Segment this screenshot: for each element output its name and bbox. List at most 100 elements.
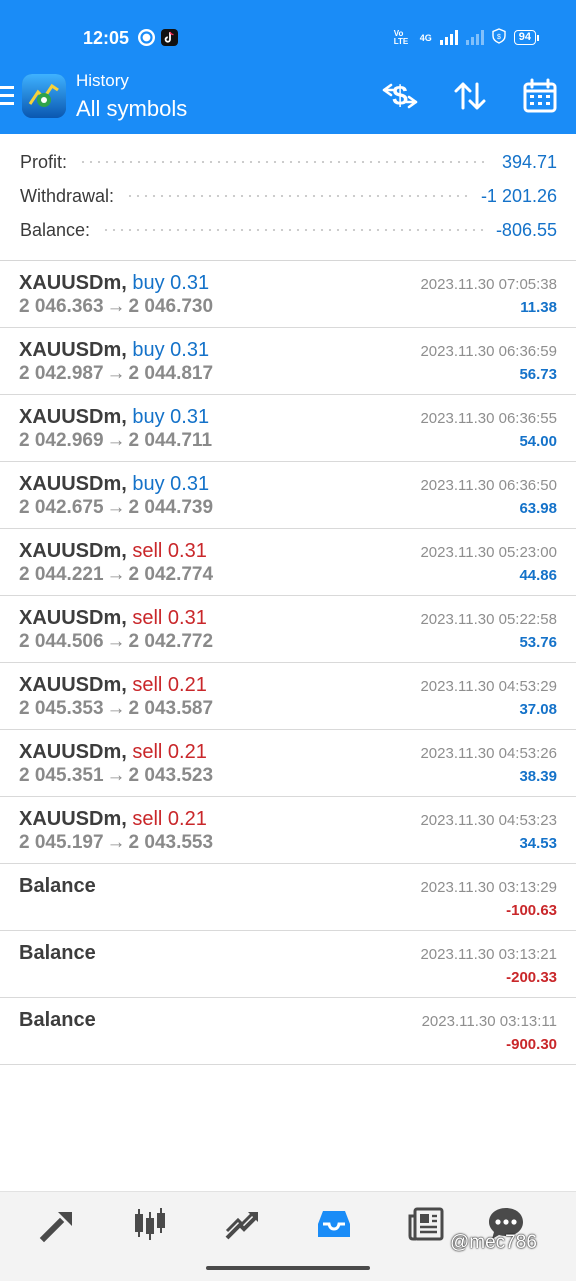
signal-strength-icon: [439, 30, 458, 45]
deal-open-price: 2 044.221: [19, 564, 104, 585]
deal-time: 2023.11.30 05:22:58: [420, 611, 557, 628]
withdrawal-value: -1 201.26: [480, 185, 557, 206]
deal-arrow: →: [106, 765, 126, 786]
signal-strength-2-icon: [465, 30, 484, 45]
deal-symbol: XAUUSDm,: [19, 607, 127, 629]
deal-row[interactable]: XAUUSDm, sell 0.31 2 044.506 → 2 042.772 2…: [0, 596, 576, 663]
deal-row[interactable]: XAUUSDm, sell 0.21 2 045.197 → 2 043.553 2…: [0, 797, 576, 864]
sort-icon[interactable]: [450, 76, 490, 116]
deal-profit: 38.39: [519, 768, 557, 785]
deal-time: 2023.11.30 07:05:38: [420, 276, 557, 293]
deal-close-price: 2 043.587: [128, 698, 214, 719]
deal-symbol: XAUUSDm,: [19, 808, 127, 830]
deal-symbol: XAUUSDm,: [19, 339, 127, 361]
chart-icon[interactable]: [130, 1204, 170, 1244]
deal-type: buy 0.31: [132, 339, 210, 361]
deal-open-price: 2 044.506: [19, 631, 104, 652]
page-title[interactable]: All symbols: [76, 96, 187, 122]
deal-time: 2023.11.30 05:23:00: [420, 544, 557, 561]
deal-profit: 11.38: [520, 299, 557, 316]
deal-row[interactable]: XAUUSDm, buy 0.31 2 042.987 → 2 044.817 20…: [0, 328, 576, 395]
deal-symbol: XAUUSDm,: [19, 741, 127, 763]
withdrawal-label: Withdrawal:: [20, 185, 115, 206]
deal-close-price: 2 044.711: [128, 430, 213, 451]
deal-type: sell 0.31: [132, 540, 207, 562]
hamburger-menu-icon[interactable]: [0, 86, 14, 108]
deal-arrow: →: [106, 363, 126, 384]
tiktok-icon: [161, 29, 178, 46]
deal-profit: 37.08: [519, 701, 557, 718]
home-indicator[interactable]: [206, 1266, 370, 1270]
balance-label: Balance:: [20, 219, 91, 240]
deal-row[interactable]: XAUUSDm, sell 0.31 2 044.221 → 2 042.774 2…: [0, 529, 576, 596]
dotted-leader: [102, 229, 484, 231]
balance-operation-row[interactable]: Balance 2023.11.30 03:13:11 -900.30: [0, 998, 576, 1065]
deal-close-price: 2 042.774: [128, 564, 214, 585]
deal-row[interactable]: XAUUSDm, buy 0.31 2 046.363 → 2 046.730 20…: [0, 261, 576, 328]
deal-open-price: 2 042.675: [19, 497, 104, 518]
balance-operation-row[interactable]: Balance 2023.11.30 03:13:29 -100.63: [0, 864, 576, 931]
deal-close-price: 2 042.772: [128, 631, 214, 652]
deal-arrow: →: [106, 564, 126, 585]
withdrawal-row: Withdrawal: -1 201.26: [20, 181, 557, 211]
deal-open-price: 2 045.353: [19, 698, 104, 719]
deal-row[interactable]: XAUUSDm, buy 0.31 2 042.969 → 2 044.711 20…: [0, 395, 576, 462]
deal-symbol: XAUUSDm,: [19, 674, 127, 696]
dotted-leader: [126, 195, 469, 197]
deal-type: sell 0.31: [132, 607, 207, 629]
balance-op-label: Balance: [19, 875, 96, 897]
history-summary: Profit: 394.71 Withdrawal: -1 201.26 Bal…: [0, 134, 576, 261]
deal-type: buy 0.31: [132, 473, 210, 495]
history-icon[interactable]: [314, 1204, 354, 1244]
deal-open-price: 2 042.987: [19, 363, 104, 384]
balance-operation-row[interactable]: Balance 2023.11.30 03:13:21 -200.33: [0, 931, 576, 998]
deal-time: 2023.11.30 04:53:26: [420, 745, 557, 762]
deal-open-price: 2 046.363: [19, 296, 104, 317]
deal-arrow: →: [106, 430, 126, 451]
status-indicators: Vo LTE 4G $ 94: [393, 28, 540, 47]
deal-profit: 56.73: [519, 366, 557, 383]
svg-text:$: $: [497, 34, 501, 41]
deal-row[interactable]: XAUUSDm, buy 0.31 2 042.675 → 2 044.739 20…: [0, 462, 576, 529]
calendar-icon[interactable]: [520, 76, 560, 116]
deal-type: buy 0.31: [132, 406, 210, 428]
deal-time: 2023.11.30 06:36:55: [420, 410, 557, 427]
notification-app-icon: [138, 29, 155, 46]
deal-time: 2023.11.30 04:53:29: [420, 678, 557, 695]
balance-op-amount: -900.30: [506, 1036, 557, 1053]
deal-arrow: →: [106, 832, 126, 853]
deal-type: sell 0.21: [132, 808, 207, 830]
news-icon[interactable]: [406, 1204, 446, 1244]
balance-row: Balance: -806.55: [20, 215, 557, 245]
deal-symbol: XAUUSDm,: [19, 473, 127, 495]
status-time: 12:05: [83, 28, 130, 48]
deal-row[interactable]: XAUUSDm, sell 0.21 2 045.353 → 2 043.587 2…: [0, 663, 576, 730]
deal-time: 2023.11.30 06:36:59: [420, 343, 557, 360]
deal-close-price: 2 044.739: [128, 497, 214, 518]
dotted-leader: [79, 161, 490, 163]
trade-icon[interactable]: [222, 1204, 262, 1244]
deal-close-price: 2 043.553: [128, 832, 214, 853]
app-logo[interactable]: [22, 74, 66, 118]
deal-close-price: 2 043.523: [128, 765, 214, 786]
quotes-icon[interactable]: [38, 1204, 78, 1244]
deal-type: sell 0.21: [132, 674, 207, 696]
balance-value: -806.55: [495, 219, 557, 240]
volte-label: Vo LTE: [393, 28, 409, 46]
dollar-transfer-icon[interactable]: $: [380, 76, 420, 116]
deal-profit: 63.98: [519, 500, 557, 517]
deal-arrow: →: [106, 631, 126, 652]
network-type: 4G: [419, 32, 432, 43]
deal-symbol: XAUUSDm,: [19, 540, 127, 562]
balance-op-time: 2023.11.30 03:13:29: [420, 879, 557, 896]
battery-indicator: 94: [513, 30, 540, 45]
deal-profit: 34.53: [519, 835, 557, 852]
deal-symbol: XAUUSDm,: [19, 272, 127, 294]
deal-arrow: →: [106, 497, 126, 518]
status-bar: 12:05 Vo LTE 4G $ 94: [0, 0, 576, 74]
deal-open-price: 2 042.969: [19, 430, 104, 451]
deal-row[interactable]: XAUUSDm, sell 0.21 2 045.351 → 2 043.523 2…: [0, 730, 576, 797]
vpn-shield-icon: $: [492, 28, 506, 47]
deal-symbol: XAUUSDm,: [19, 406, 127, 428]
balance-op-label: Balance: [19, 1009, 96, 1031]
